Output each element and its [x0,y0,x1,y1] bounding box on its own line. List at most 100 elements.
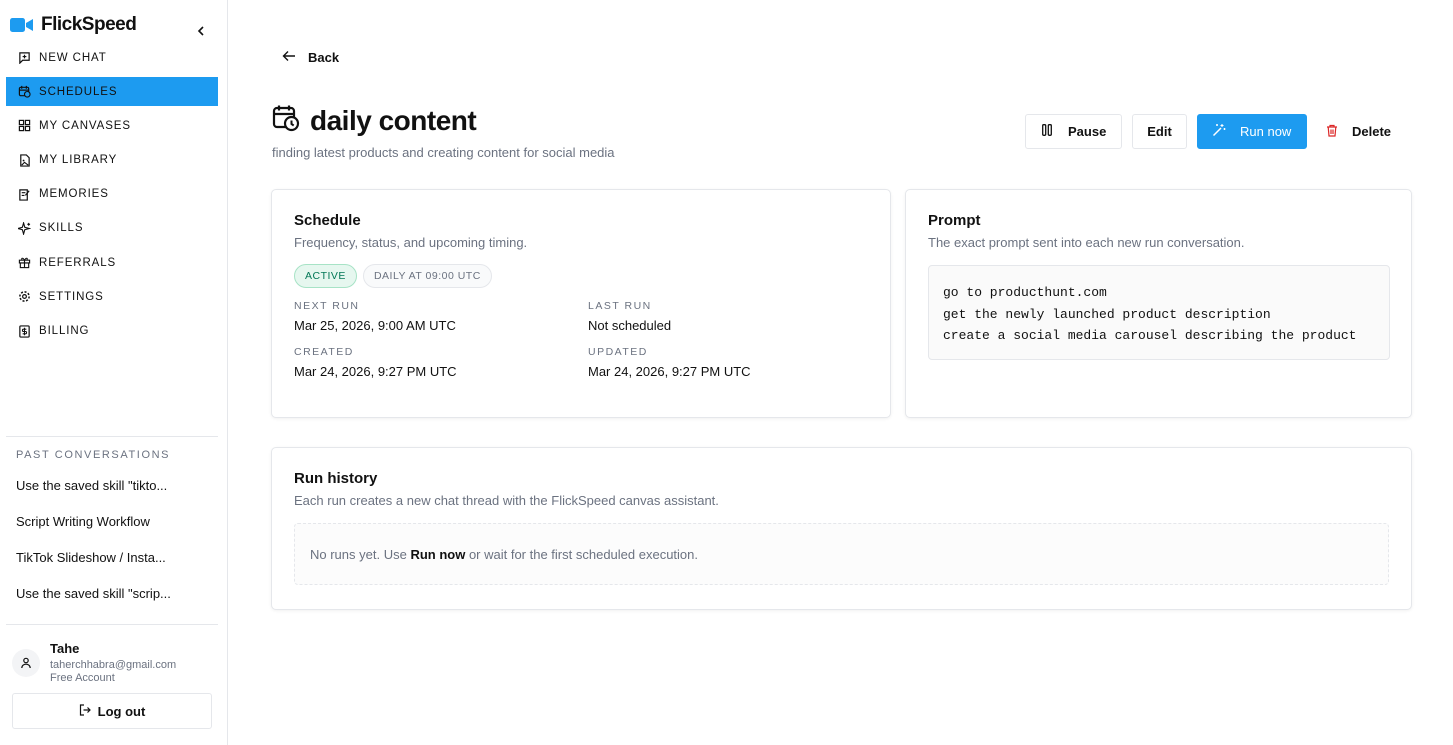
prompt-card-description: The exact prompt sent into each new run … [928,235,1245,250]
sidebar-item-schedules[interactable]: SCHEDULES [6,77,218,107]
page-header: daily content [272,104,477,137]
sidebar-item-label: BILLING [39,325,90,337]
sparkles-icon [17,221,31,235]
edit-button[interactable]: Edit [1132,114,1187,149]
user-plan: Free Account [50,672,115,684]
calendar-clock-icon [272,104,300,137]
next-run-label: NEXT RUN [294,300,360,312]
back-label: Back [308,50,340,65]
last-run-field: LAST RUN Not scheduled [588,300,868,333]
dollar-icon [17,324,31,338]
schedule-card-title: Schedule [294,212,361,229]
delete-label: Delete [1352,124,1392,139]
collapse-sidebar-button[interactable] [192,22,210,40]
sidebar-item-label: NEW CHAT [39,51,107,64]
last-run-value: Not scheduled [588,318,672,333]
past-conversation-item[interactable]: Use the saved skill "scrip... [16,585,206,621]
sidebar-item-my-canvases[interactable]: MY CANVASES [6,111,218,140]
schedule-details: NEXT RUN Mar 25, 2026, 9:00 AM UTC LAST … [294,300,868,379]
video-camera-icon [10,16,34,34]
sidebar-item-my-library[interactable]: MY LIBRARY [6,146,218,175]
back-button[interactable]: Back [282,50,339,65]
status-badge: ACTIVE [294,264,357,288]
sidebar-item-settings[interactable]: SETTINGS [6,282,218,311]
past-conversation-item[interactable]: TikTok Slideshow / Insta... [16,549,206,585]
past-conversations-list: Use the saved skill "tikto... Script Wri… [16,477,206,621]
past-conversation-item[interactable]: Use the saved skill "tikto... [16,477,206,513]
sidebar-item-label: MY CANVASES [39,119,131,132]
frequency-badge: DAILY AT 09:00 UTC [362,264,492,288]
run-history-description: Each run creates a new chat thread with … [294,493,719,508]
user-avatar-icon [12,649,40,677]
prompt-card: Prompt The exact prompt sent into each n… [905,189,1412,418]
logout-label: Log out [97,703,146,719]
next-run-field: NEXT RUN Mar 25, 2026, 9:00 AM UTC [294,300,588,333]
pause-icon [1042,124,1052,139]
run-now-button[interactable]: Run now [1197,114,1307,149]
gift-icon [17,256,31,270]
sidebar-nav: NEW CHAT SCHEDULES MY CANVASES MY LIBRAR… [6,43,218,351]
past-conversation-item[interactable]: Script Writing Workflow [16,513,206,549]
empty-state: No runs yet. Use Run now or wait for the… [294,523,1389,585]
prompt-line: get the newly launched product descripti… [943,306,1271,322]
chevron-left-icon [197,26,204,36]
empty-state-suffix: or wait for the first scheduled executio… [465,546,699,562]
sidebar-item-label: REFERRALS [39,256,117,269]
past-conversations-heading: PAST CONVERSATIONS [16,449,171,461]
schedule-card-description: Frequency, status, and upcoming timing. [294,235,528,250]
magic-wand-icon [1212,123,1226,140]
sidebar-item-label: SKILLS [39,222,84,235]
user-profile: Tahe taherchhabra@gmail.com Free Account [12,640,176,684]
logout-button[interactable]: Log out [12,693,212,729]
divider [6,624,218,625]
grid-icon [17,119,31,133]
pause-label: Pause [1068,124,1107,139]
arrow-left-icon [282,50,296,65]
logout-icon [79,703,91,719]
sidebar-item-label: SCHEDULES [39,85,118,98]
sidebar-item-referrals[interactable]: REFERRALS [6,248,218,277]
created-label: CREATED [294,346,354,358]
notebook-pen-icon [17,187,31,201]
sidebar-item-label: MEMORIES [39,188,109,201]
created-value: Mar 24, 2026, 9:27 PM UTC [294,364,457,379]
prompt-line: go to producthunt.com [943,285,1107,300]
pause-button[interactable]: Pause [1025,114,1122,149]
updated-field: UPDATED Mar 24, 2026, 9:27 PM UTC [588,346,868,379]
sidebar-item-memories[interactable]: MEMORIES [6,180,218,209]
sidebar-item-skills[interactable]: SKILLS [6,214,218,243]
page-title: daily content [310,104,477,136]
schedule-badges: ACTIVE DAILY AT 09:00 UTC [294,264,868,288]
sidebar-item-label: SETTINGS [39,290,104,303]
prompt-line: create a social media carousel describin… [943,328,1357,343]
updated-value: Mar 24, 2026, 9:27 PM UTC [588,364,751,379]
run-history-card: Run history Each run creates a new chat … [271,447,1412,610]
last-run-label: LAST RUN [588,300,652,312]
edit-label: Edit [1147,124,1172,139]
sidebar-item-label: MY LIBRARY [39,154,118,167]
sidebar-item-billing[interactable]: BILLING [6,317,218,346]
empty-state-prefix: No runs yet. Use [310,546,411,562]
run-now-link[interactable]: Run now [410,547,465,562]
prompt-text-box[interactable]: go to producthunt.com get the newly laun… [928,265,1390,360]
sidebar: FlickSpeed NEW CHAT SCHEDULES MY CANVASE… [0,0,228,745]
page-subtitle: finding latest products and creating con… [272,145,615,160]
calendar-clock-icon [17,85,31,99]
brand[interactable]: FlickSpeed [10,14,137,36]
divider [6,436,218,437]
main-content: Back daily content finding latest produc… [228,0,1453,745]
created-field: CREATED Mar 24, 2026, 9:27 PM UTC [294,346,588,379]
sidebar-item-new-chat[interactable]: NEW CHAT [6,43,218,72]
run-now-label: Run now [1240,124,1292,139]
gear-icon [17,290,31,304]
delete-button[interactable]: Delete [1317,114,1397,149]
trash-icon [1326,124,1338,140]
user-name: Tahe [50,641,80,656]
brand-name: FlickSpeed [41,14,137,35]
updated-label: UPDATED [588,346,648,358]
user-email: taherchhabra@gmail.com [50,659,177,671]
run-history-title: Run history [294,470,378,487]
file-image-icon [17,153,31,167]
action-bar: Pause Edit Run now Delete [1025,114,1397,149]
next-run-value: Mar 25, 2026, 9:00 AM UTC [294,318,456,333]
